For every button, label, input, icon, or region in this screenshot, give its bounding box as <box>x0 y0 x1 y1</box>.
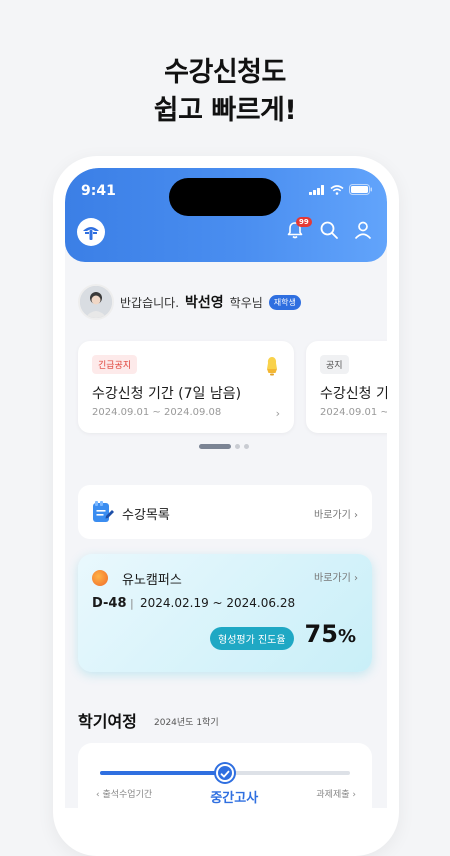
course-list-card[interactable]: 수강목록 바로가기 › <box>78 485 372 539</box>
section-subtitle: 2024년도 1학기 <box>154 718 219 728</box>
app-header: 9:41 99 <box>65 168 387 262</box>
notification-button[interactable]: 99 <box>285 217 312 244</box>
notice-tag: 공지 <box>320 355 349 374</box>
greeting: 반갑습니다. 박선영 학우님 재학생 <box>78 284 301 320</box>
dynamic-island <box>169 178 281 216</box>
avatar[interactable] <box>78 284 114 320</box>
chevron-right-icon: › <box>275 407 280 420</box>
progress-unit: % <box>337 626 356 647</box>
status-time: 9:41 <box>81 183 116 199</box>
notice-date: 2024.09.01 ~ 2 <box>320 407 387 418</box>
carousel-dot[interactable] <box>244 444 249 449</box>
campus-logo-icon <box>92 570 108 586</box>
course-list-link[interactable]: 바로가기 › <box>314 506 358 521</box>
status-icons <box>309 184 373 195</box>
notice-card[interactable]: 공지 수강신청 기 2024.09.01 ~ 2 <box>306 341 387 433</box>
progress-label: 형성평가 진도율 <box>210 627 294 650</box>
battery-icon <box>349 184 372 195</box>
campus-date-range: 2024.02.19 ~ 2024.06.28 <box>140 596 296 610</box>
journey-track <box>100 764 350 782</box>
semester-journey-card[interactable]: ‹ 출석수업기간 중간고사 과제제출 › <box>78 743 372 808</box>
notice-title: 수강신청 기간 (7일 남음) <box>92 386 242 402</box>
campus-link[interactable]: 바로가기 › <box>314 569 358 584</box>
notice-date: 2024.09.01 ~ 2024.09.08 <box>92 407 222 418</box>
carousel-indicator[interactable] <box>199 444 249 449</box>
course-list-icon <box>93 501 114 522</box>
journey-next[interactable]: 과제제출 › <box>316 787 356 806</box>
course-list-title: 수강목록 <box>122 508 170 523</box>
header-actions: 99 <box>285 217 373 244</box>
avatar-image <box>80 286 112 318</box>
promo-headline-line2: 쉽고 빠르게! <box>153 95 297 126</box>
carousel-dot[interactable] <box>235 444 240 449</box>
app-logo[interactable] <box>77 218 105 246</box>
journey-prev[interactable]: ‹ 출석수업기간 <box>96 787 152 806</box>
urgent-notice-tag: 긴급공지 <box>92 355 138 374</box>
profile-icon[interactable] <box>353 220 373 240</box>
campus-title: 유노캠퍼스 <box>122 573 182 588</box>
search-icon[interactable] <box>319 220 339 240</box>
signal-icon <box>309 184 324 195</box>
campus-separator: | <box>130 597 134 610</box>
promo-headline-line1: 수강신청도 <box>164 57 286 88</box>
greeting-prefix: 반갑습니다. <box>120 295 180 310</box>
notice-card[interactable]: 긴급공지 수강신청 기간 (7일 남음) 2024.09.01 ~ 2024.0… <box>78 341 294 433</box>
journey-labels: ‹ 출석수업기간 중간고사 과제제출 › <box>96 787 356 806</box>
wifi-icon <box>330 184 344 195</box>
section-title: 학기여정 <box>78 712 137 731</box>
user-name: 박선영 <box>185 295 224 311</box>
progress-value: 75% <box>305 620 356 648</box>
logo-icon <box>83 227 99 240</box>
notification-badge: 99 <box>296 217 312 227</box>
campus-card[interactable]: 유노캠퍼스 바로가기 › D-48 | 2024.02.19 ~ 2024.06… <box>78 554 372 672</box>
greeting-suffix: 학우님 <box>229 295 263 310</box>
carousel-dot-active[interactable] <box>199 444 231 449</box>
progress-number: 75 <box>304 620 338 648</box>
app-screen: 9:41 99 반갑습니다. 박선영 학우님 재학생 긴급공지 수강신청 기간 … <box>65 168 387 808</box>
notice-title: 수강신청 기 <box>320 386 387 402</box>
bulb-icon <box>267 357 277 376</box>
campus-dday: D-48 <box>92 596 127 611</box>
journey-check-icon[interactable] <box>216 764 234 782</box>
enrollment-status-badge: 재학생 <box>268 294 301 310</box>
journey-track-fill <box>100 771 225 775</box>
check-icon <box>220 770 230 778</box>
journey-current: 중간고사 <box>210 791 259 806</box>
